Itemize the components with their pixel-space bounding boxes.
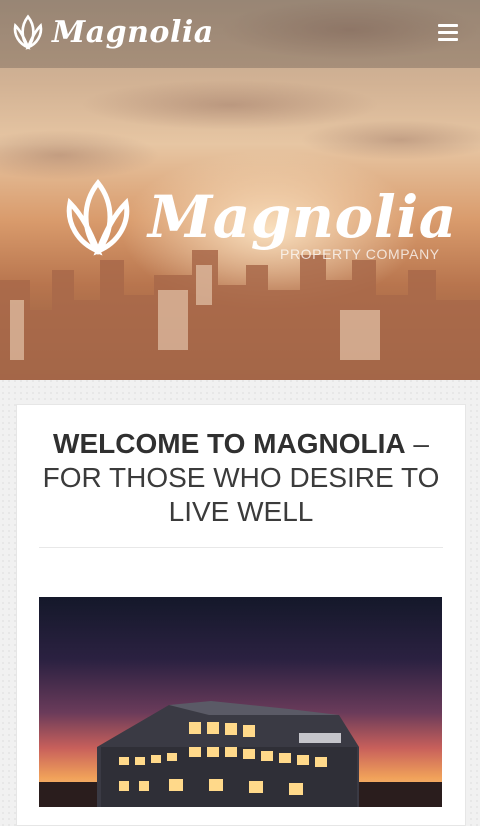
hero-logo-text: Magnolia xyxy=(148,183,457,251)
top-navigation-bar: Magnolia xyxy=(0,0,480,68)
header-logo[interactable]: Magnolia xyxy=(10,13,214,51)
welcome-card: WELCOME TO MAGNOLIA – FOR THOSE WHO DESI… xyxy=(16,404,466,826)
hero-banner: Magnolia Magnolia PROPERTY COMPANY xyxy=(0,0,480,380)
divider xyxy=(39,547,443,548)
magnolia-flower-icon xyxy=(66,178,130,256)
welcome-heading: WELCOME TO MAGNOLIA – FOR THOSE WHO DESI… xyxy=(41,427,441,529)
cloud xyxy=(300,120,480,160)
header-logo-text: Magnolia xyxy=(52,14,214,50)
cloud xyxy=(0,130,160,180)
cloud xyxy=(80,80,380,130)
hamburger-menu-icon[interactable] xyxy=(438,24,460,42)
building-illustration xyxy=(39,701,442,807)
hero-tagline: PROPERTY COMPANY xyxy=(280,246,440,262)
magnolia-flower-icon xyxy=(13,14,43,50)
welcome-heading-bold: WELCOME TO MAGNOLIA xyxy=(53,428,406,459)
building-photo xyxy=(39,597,442,807)
